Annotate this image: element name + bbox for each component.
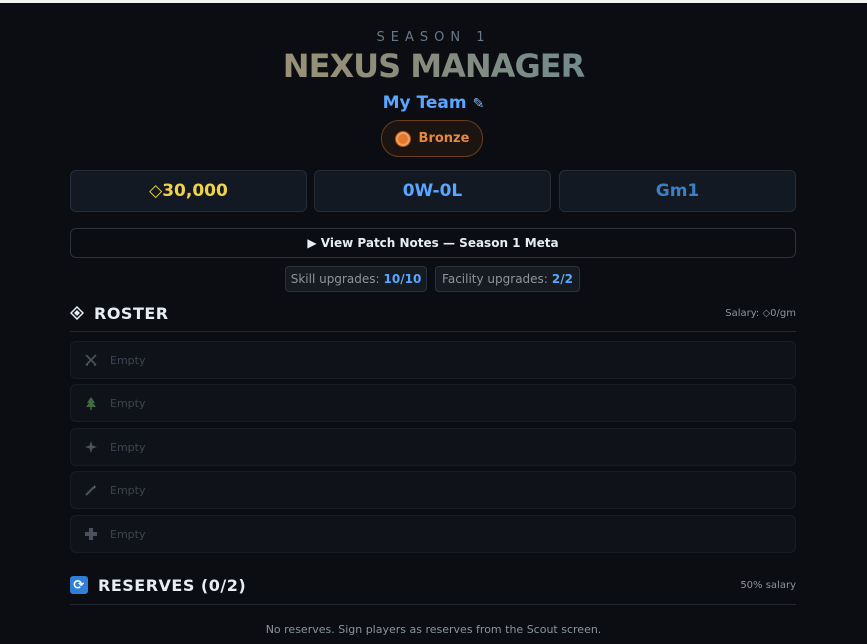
facility-upgrades-value: 2/2 — [551, 272, 573, 286]
roster-slot-2[interactable]: Empty — [70, 384, 796, 422]
plus-icon — [84, 527, 98, 541]
sparkle-icon — [84, 440, 98, 454]
crossed-swords-icon — [84, 353, 98, 367]
wand-icon — [84, 483, 98, 497]
bronze-medal-icon — [394, 130, 411, 147]
roster-title: ROSTER — [94, 303, 169, 323]
slot-label: Empty — [110, 353, 146, 367]
pencil-icon[interactable]: ✎ — [473, 96, 485, 112]
team-name-label: My Team — [382, 93, 467, 113]
reserves-header: ⟳ RESERVES (0/2) 50% salary — [70, 574, 796, 596]
roster-header: ROSTER Salary: ◇0/gm — [70, 303, 796, 323]
rank-badge: Bronze — [381, 120, 483, 157]
reserves-salary-note: 50% salary — [740, 579, 796, 591]
roster-slot-4[interactable]: Empty — [70, 471, 796, 509]
facility-upgrades-badge: Facility upgrades: 2/2 — [435, 266, 580, 292]
reserves-title: RESERVES (0/2) — [98, 575, 247, 595]
tree-icon — [84, 396, 98, 410]
skill-upgrades-label: Skill upgrades: — [290, 272, 380, 286]
refresh-icon: ⟳ — [70, 576, 88, 594]
record-stat: 0W-0L — [314, 170, 551, 212]
roster-slot-5[interactable]: Empty — [70, 515, 796, 553]
season-label: SEASON 1 — [376, 30, 491, 45]
top-border — [0, 0, 867, 3]
skill-upgrades-value: 10/10 — [383, 272, 422, 286]
game-number-stat: Gm1 — [559, 170, 796, 212]
diamond-icon — [70, 306, 84, 320]
team-name-button[interactable]: My Team ✎ — [0, 93, 867, 113]
facility-upgrades-label: Facility upgrades: — [442, 272, 548, 286]
reserves-empty-message: No reserves. Sign players as reserves fr… — [265, 623, 602, 636]
rank-label: Bronze — [418, 131, 470, 146]
patch-notes-button[interactable]: ▶ View Patch Notes — Season 1 Meta — [70, 228, 796, 258]
reserves-divider — [70, 604, 796, 605]
roster-slot-3[interactable]: Empty — [70, 428, 796, 466]
skill-upgrades-badge: Skill upgrades: 10/10 — [285, 266, 427, 292]
slot-label: Empty — [110, 440, 146, 454]
roster-slot-1[interactable]: Empty — [70, 341, 796, 379]
roster-salary: Salary: ◇0/gm — [725, 307, 796, 319]
app-title: NEXUS MANAGER — [0, 47, 867, 85]
slot-label: Empty — [110, 483, 146, 497]
slot-label: Empty — [110, 527, 146, 541]
slot-label: Empty — [110, 396, 146, 410]
money-stat: ◇30,000 — [70, 170, 307, 212]
roster-divider — [70, 331, 796, 332]
